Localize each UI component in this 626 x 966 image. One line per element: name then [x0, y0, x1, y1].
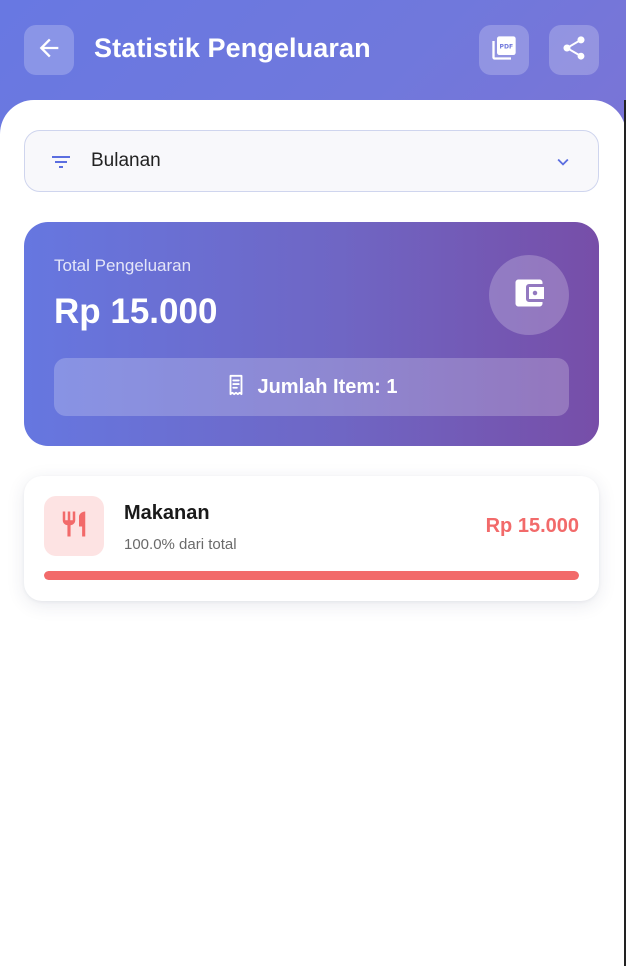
page-title: Statistik Pengeluaran	[94, 33, 371, 63]
chevron-down-icon	[552, 151, 574, 173]
total-amount: Rp 15.000	[54, 292, 218, 331]
pdf-icon: PDF	[490, 34, 518, 67]
svg-text:PDF: PDF	[500, 43, 514, 50]
item-count-label: Jumlah Item: 1	[257, 375, 398, 398]
category-progress-bar	[44, 571, 579, 580]
category-card[interactable]: Makanan 100.0% dari total Rp 15.000	[24, 476, 599, 601]
back-button[interactable]	[24, 25, 74, 75]
wallet-badge	[489, 255, 569, 335]
total-label: Total Pengeluaran	[54, 256, 192, 275]
share-icon	[560, 34, 588, 67]
export-pdf-button[interactable]: PDF	[479, 25, 529, 75]
filter-selected-value: Bulanan	[91, 150, 161, 171]
category-progress-fill	[44, 571, 579, 580]
item-count-pill: Jumlah Item: 1	[54, 358, 569, 416]
wallet-icon	[511, 275, 547, 316]
share-button[interactable]	[549, 25, 599, 75]
total-summary-card: Total Pengeluaran Rp 15.000 Jumlah Item:…	[24, 222, 599, 446]
period-filter-dropdown[interactable]: Bulanan	[24, 130, 599, 192]
category-icon-badge	[44, 496, 104, 556]
app-screen: Statistik Pengeluaran PDF Bulanan Total …	[0, 0, 626, 966]
receipt-icon	[225, 374, 247, 401]
category-amount: Rp 15.000	[485, 515, 579, 537]
filter-icon	[49, 150, 73, 174]
utensils-icon	[59, 509, 89, 544]
category-name: Makanan	[124, 502, 210, 524]
arrow-left-icon	[35, 34, 63, 67]
category-percent: 100.0% dari total	[124, 536, 237, 553]
